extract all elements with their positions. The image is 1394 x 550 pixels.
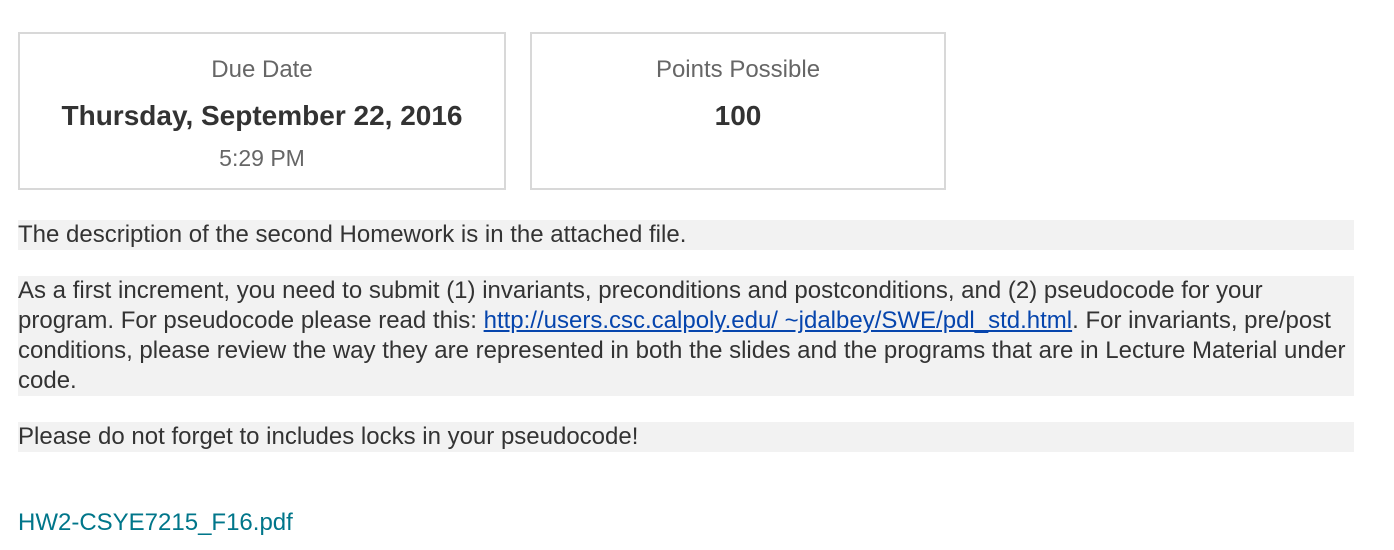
assignment-page: Due Date Thursday, September 22, 2016 5:… xyxy=(0,0,1394,550)
due-date-label: Due Date xyxy=(211,56,313,83)
points-possible-label: Points Possible xyxy=(655,56,821,83)
due-date-value: Thursday, September 22, 2016 xyxy=(61,100,463,131)
description-paragraph-1: The description of the second Homework i… xyxy=(18,220,1354,250)
assignment-summary: Due Date Thursday, September 22, 2016 5:… xyxy=(18,32,946,190)
pdl-standard-link[interactable]: http://users.csc.calpoly.edu/ ~jdalbey/S… xyxy=(484,307,1073,334)
assignment-description: The description of the second Homework i… xyxy=(18,220,1354,478)
description-paragraph-3: Please do not forget to includes locks i… xyxy=(18,422,1354,452)
points-possible-card: Points Possible 100 xyxy=(530,32,946,190)
due-date-card: Due Date Thursday, September 22, 2016 5:… xyxy=(18,32,506,190)
points-possible-value: 100 xyxy=(714,100,762,131)
due-time-value: 5:29 PM xyxy=(219,145,305,171)
description-paragraph-2: As a first increment, you need to submit… xyxy=(18,276,1354,396)
attachment-file-link[interactable]: HW2-CSYE7215_F16.pdf xyxy=(18,508,293,538)
